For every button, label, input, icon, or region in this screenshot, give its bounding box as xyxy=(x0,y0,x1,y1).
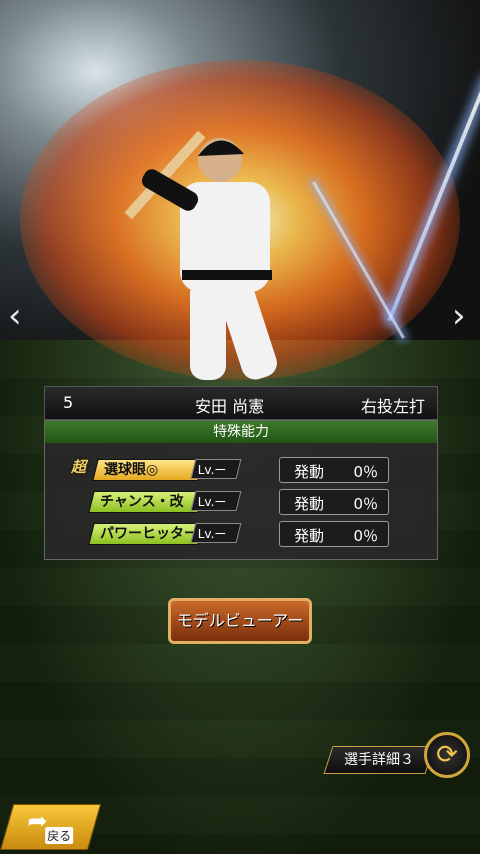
ability-name-badge: パワーヒッター xyxy=(88,523,204,545)
player-name-bar: 5 安田 尚憲 右投左打 xyxy=(44,386,438,420)
activation-rate-box: 発動 0％ xyxy=(279,489,389,515)
activation-rate-box: 発動 0％ xyxy=(279,457,389,483)
panel-title: 特殊能力 xyxy=(45,421,437,443)
ability-row: 超 選球眼◎ Lv.ー 発動 0％ xyxy=(45,457,437,483)
ability-row: パワーヒッター Lv.ー 発動 0％ xyxy=(45,521,437,547)
ability-level: Lv.ー xyxy=(190,459,242,479)
switch-cycle-icon[interactable]: ⟳ xyxy=(424,732,470,778)
super-ability-mark: 超 xyxy=(71,458,87,476)
ability-level: Lv.ー xyxy=(190,491,242,511)
back-button[interactable]: ➦ 戻る xyxy=(0,804,102,850)
ability-name-badge: チャンス・改 xyxy=(88,491,204,513)
player-detail-button[interactable]: 選手詳細３ xyxy=(323,746,435,774)
throw-bat-type: 右投左打 xyxy=(361,397,426,416)
game-screen: ‹ › 5 安田 尚憲 右投左打 特殊能力 超 選球眼◎ Lv.ー 発動 0％ チ… xyxy=(0,0,480,854)
player-illustration xyxy=(124,130,277,380)
player-name: 安田 尚憲 xyxy=(195,397,265,416)
ability-name-badge: 選球眼◎ xyxy=(92,459,204,481)
back-label: 戻る xyxy=(45,827,74,844)
special-abilities-panel: 特殊能力 超 選球眼◎ Lv.ー 発動 0％ チャンス・改 Lv.ー 発動 0％ パ… xyxy=(44,420,438,560)
previous-player-arrow[interactable]: ‹ xyxy=(8,296,22,336)
ability-level: Lv.ー xyxy=(190,523,242,543)
uniform-number: 5 xyxy=(63,393,74,412)
activation-rate-box: 発動 0％ xyxy=(279,521,389,547)
model-viewer-button[interactable]: モデルビューアー xyxy=(168,598,312,644)
ability-row: チャンス・改 Lv.ー 発動 0％ xyxy=(45,489,437,515)
next-player-arrow[interactable]: › xyxy=(452,296,466,336)
